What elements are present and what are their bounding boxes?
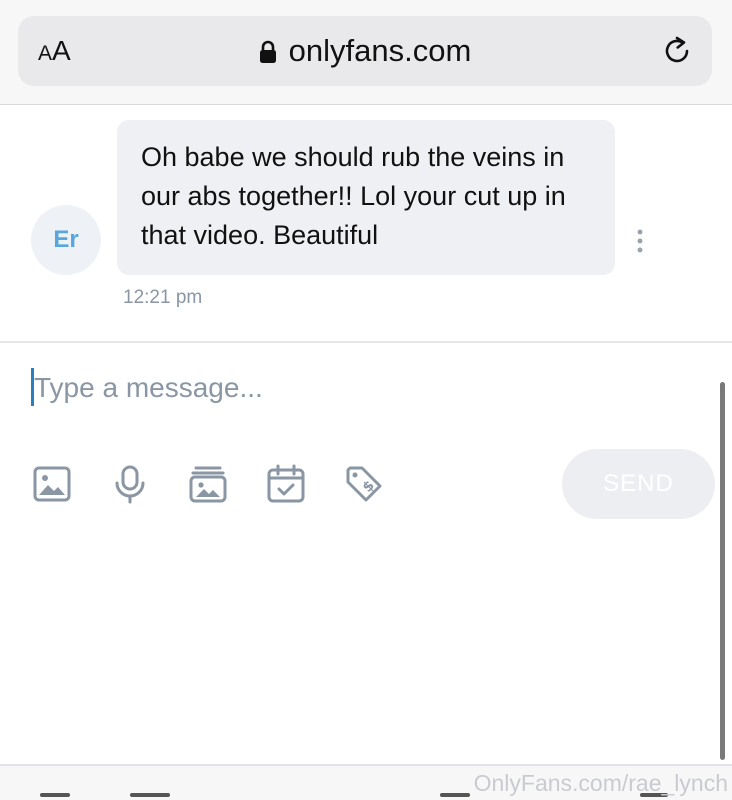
divider	[0, 341, 732, 343]
url-text: onlyfans.com	[288, 33, 472, 68]
browser-toolbar: AA onlyfans.com	[0, 0, 732, 105]
avatar-initials: Er	[53, 226, 79, 253]
send-button[interactable]: SEND	[562, 449, 715, 519]
url-display[interactable]: onlyfans.com	[18, 32, 712, 70]
screen: AA onlyfans.com · · · · · · · Er Oh babe…	[0, 0, 732, 800]
address-bar[interactable]: AA onlyfans.com	[18, 16, 712, 86]
calendar-check-icon[interactable]	[266, 464, 306, 504]
lock-icon	[259, 40, 276, 63]
reload-icon[interactable]	[660, 34, 694, 68]
watermark: OnlyFans.com/rae_lynch	[473, 770, 728, 796]
message-timestamp: 12:21 pm	[123, 287, 203, 308]
message-bubble: Oh babe we should rub the veins in our a…	[117, 120, 615, 275]
avatar[interactable]: Er	[31, 205, 101, 275]
toolbar-item-icon[interactable]	[130, 793, 170, 797]
price-tag-icon[interactable]: $	[344, 464, 384, 504]
scrollbar[interactable]	[720, 382, 725, 760]
microphone-icon[interactable]	[110, 464, 150, 504]
text-cursor	[31, 368, 34, 406]
more-vertical-icon[interactable]	[634, 228, 646, 254]
share-icon[interactable]	[440, 793, 470, 797]
image-icon[interactable]	[32, 464, 72, 504]
back-chevron-icon[interactable]	[40, 793, 70, 797]
clipped-previous-text: · · · · · · ·	[380, 96, 690, 104]
media-vault-icon[interactable]	[188, 464, 228, 504]
message-input[interactable]	[30, 366, 694, 410]
message-text: Oh babe we should rub the veins in our a…	[141, 142, 566, 250]
